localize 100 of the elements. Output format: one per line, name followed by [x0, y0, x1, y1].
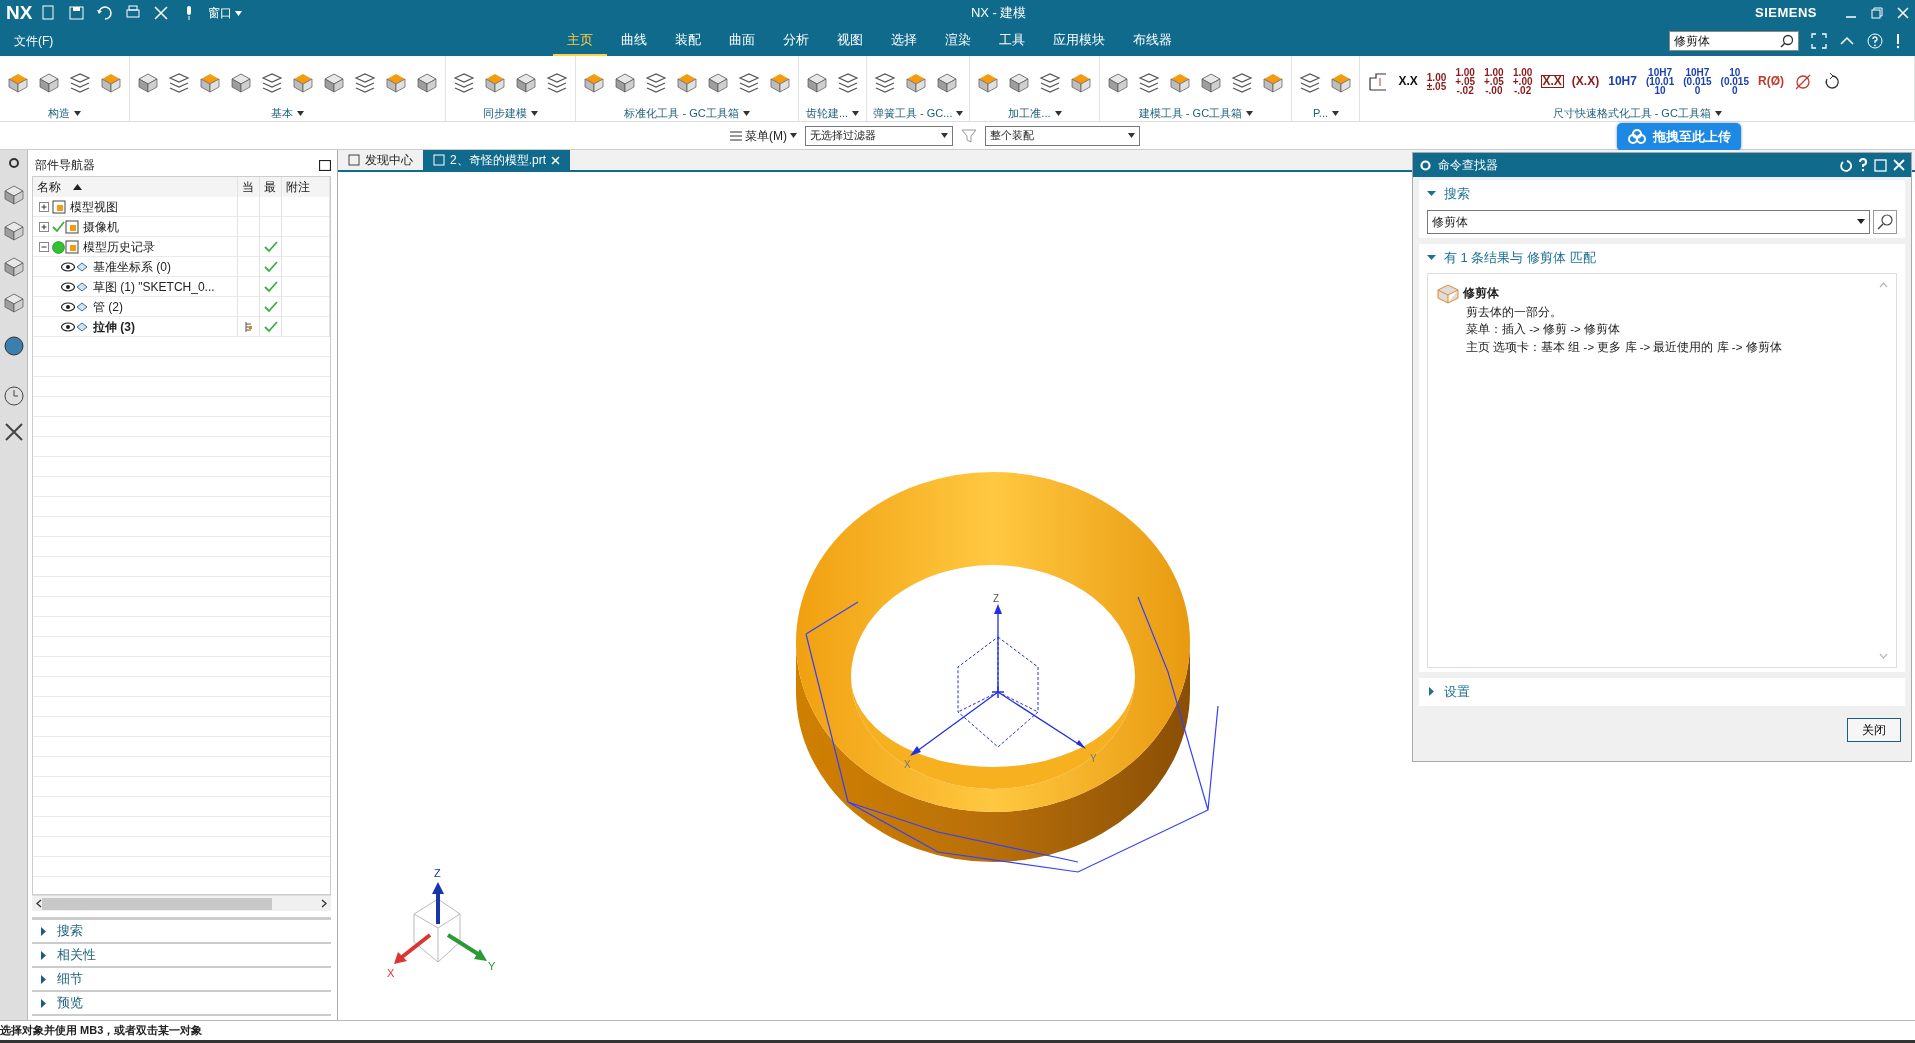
- close-icon[interactable]: [152, 4, 171, 22]
- clock-icon[interactable]: [1, 384, 26, 408]
- feature-icon: [75, 300, 89, 314]
- caret-icon[interactable]: [956, 110, 964, 116]
- panel-header[interactable]: 搜索: [57, 921, 83, 941]
- tree-item[interactable]: 模型视图: [70, 198, 118, 216]
- eye-icon[interactable]: [61, 282, 75, 292]
- panel-header[interactable]: 细节: [57, 969, 83, 989]
- close-icon[interactable]: [1893, 159, 1905, 171]
- format-button[interactable]: 1.00 +.05 -.02: [1454, 67, 1476, 96]
- section-header[interactable]: 设置: [1444, 682, 1470, 702]
- help-icon[interactable]: [1858, 158, 1868, 172]
- format-button[interactable]: 10 (0.015 0: [1719, 67, 1750, 96]
- ribbon-tab[interactable]: 曲面: [715, 26, 770, 56]
- eye-icon[interactable]: [61, 302, 75, 312]
- expand-arrow-icon[interactable]: [40, 974, 47, 984]
- tree-item[interactable]: 拉伸 (3): [93, 318, 135, 336]
- check-icon[interactable]: [52, 221, 65, 233]
- caret-icon[interactable]: [1714, 110, 1722, 116]
- document-tab[interactable]: 发现中心: [338, 150, 423, 170]
- expand-arrow-icon[interactable]: [40, 950, 47, 960]
- alert-icon[interactable]: [1895, 33, 1901, 49]
- window-menu[interactable]: 窗口: [208, 4, 243, 22]
- axis-label: Y: [1090, 753, 1097, 764]
- scroll-right-icon[interactable]: [321, 899, 327, 908]
- settings-icon[interactable]: [1419, 158, 1432, 172]
- expand-toggle-icon[interactable]: [39, 222, 49, 232]
- expand-toggle-icon[interactable]: [39, 242, 49, 252]
- close-icon[interactable]: [551, 155, 560, 165]
- format-button[interactable]: (X.X): [1570, 76, 1601, 87]
- format-button[interactable]: 10H7 (0.015 0: [1682, 67, 1713, 96]
- format-button[interactable]: 1.00 +.05 -.00: [1483, 67, 1505, 96]
- caret-icon[interactable]: [74, 110, 81, 116]
- caret-icon[interactable]: [531, 110, 538, 116]
- help-icon[interactable]: [1867, 33, 1883, 49]
- ribbon-tab[interactable]: 布线器: [1119, 26, 1187, 56]
- ribbon-tab[interactable]: 工具: [985, 26, 1040, 56]
- command-search-field[interactable]: 修剪体: [1669, 31, 1799, 51]
- caret-icon[interactable]: [1054, 110, 1062, 116]
- search-button[interactable]: [1873, 209, 1897, 234]
- ribbon-tab[interactable]: 选择: [877, 26, 932, 56]
- document-tab[interactable]: 2、奇怪的模型.prt: [423, 150, 570, 170]
- format-button[interactable]: X.X: [1397, 76, 1419, 87]
- search-field[interactable]: 修剪体: [1427, 209, 1870, 234]
- settings-icon[interactable]: [6, 156, 21, 170]
- panel-header[interactable]: 预览: [57, 993, 83, 1013]
- format-button[interactable]: 10H7: [1607, 76, 1638, 87]
- format-button[interactable]: 1.00 ±.05: [1425, 71, 1448, 92]
- expand-arrow-icon[interactable]: [1427, 687, 1436, 697]
- search-icon[interactable]: [1780, 34, 1794, 48]
- format-button[interactable]: 10H7 (10.01 10: [1644, 67, 1676, 96]
- undo-icon[interactable]: [96, 4, 115, 22]
- ribbon-tab[interactable]: 视图: [823, 26, 878, 56]
- expand-arrow-icon[interactable]: [1427, 252, 1436, 262]
- caret-icon[interactable]: [1246, 110, 1254, 116]
- eye-icon[interactable]: [61, 322, 75, 332]
- column-header[interactable]: 附注: [286, 178, 310, 196]
- expand-toggle-icon[interactable]: [39, 202, 49, 212]
- format-button[interactable]: R(Ø): [1756, 76, 1785, 87]
- tree-item[interactable]: 摄像机: [83, 218, 119, 236]
- format-button[interactable]: X.X: [1540, 75, 1564, 88]
- column-header[interactable]: 当: [242, 178, 254, 196]
- panel-header[interactable]: 相关性: [57, 945, 96, 965]
- eye-icon[interactable]: [61, 262, 75, 272]
- tree-item[interactable]: 管 (2): [93, 298, 123, 316]
- ribbon-tab[interactable]: 分析: [769, 26, 824, 56]
- upload-button[interactable]: 拖拽至此上传: [1617, 123, 1741, 151]
- restore-icon[interactable]: [1871, 7, 1883, 19]
- section-header[interactable]: 有 1 条结果与 修剪体 匹配: [1444, 247, 1596, 267]
- caret-icon[interactable]: [1332, 110, 1339, 116]
- scrollbar-thumb[interactable]: [42, 897, 272, 910]
- scroll-left-icon[interactable]: [36, 899, 42, 908]
- expand-arrow-icon[interactable]: [40, 998, 47, 1008]
- ribbon-tab[interactable]: 曲线: [607, 26, 662, 56]
- tree-item[interactable]: 模型历史记录: [83, 238, 155, 256]
- save-icon[interactable]: [68, 4, 87, 22]
- expand-arrow-icon[interactable]: [1427, 189, 1436, 199]
- format-button[interactable]: 1.00 +.00 -.02: [1511, 67, 1534, 96]
- selection-filter-dropdown[interactable]: 无选择过滤器: [805, 125, 953, 146]
- file-menu[interactable]: 文件(F): [14, 32, 54, 50]
- column-header[interactable]: 最: [264, 178, 276, 196]
- caret-icon[interactable]: [297, 110, 304, 116]
- tree-item[interactable]: 基准坐标系 (0): [93, 258, 171, 276]
- expand-arrow-icon[interactable]: [40, 926, 47, 936]
- caret-icon[interactable]: [742, 110, 750, 116]
- fullscreen-icon[interactable]: [1811, 33, 1827, 49]
- close-icon[interactable]: [1897, 7, 1909, 19]
- close-button[interactable]: 关闭: [1847, 717, 1901, 742]
- section-header[interactable]: 搜索: [1444, 184, 1470, 204]
- column-header[interactable]: 名称: [37, 178, 82, 196]
- result-title[interactable]: 修剪体: [1463, 284, 1499, 302]
- ribbon-tab[interactable]: 装配: [661, 26, 716, 56]
- menu-button[interactable]: 菜单(M): [730, 126, 797, 145]
- caret-icon[interactable]: [852, 110, 860, 116]
- tree-item[interactable]: 草图 (1) "SKETCH_0...: [93, 278, 215, 296]
- assembly-scope-dropdown[interactable]: 整个装配: [985, 125, 1140, 146]
- ribbon-tab[interactable]: 应用模块: [1039, 26, 1120, 56]
- ribbon-tab[interactable]: 渲染: [931, 26, 986, 56]
- reset-icon[interactable]: [1839, 158, 1852, 172]
- maximize-icon[interactable]: [319, 159, 331, 171]
